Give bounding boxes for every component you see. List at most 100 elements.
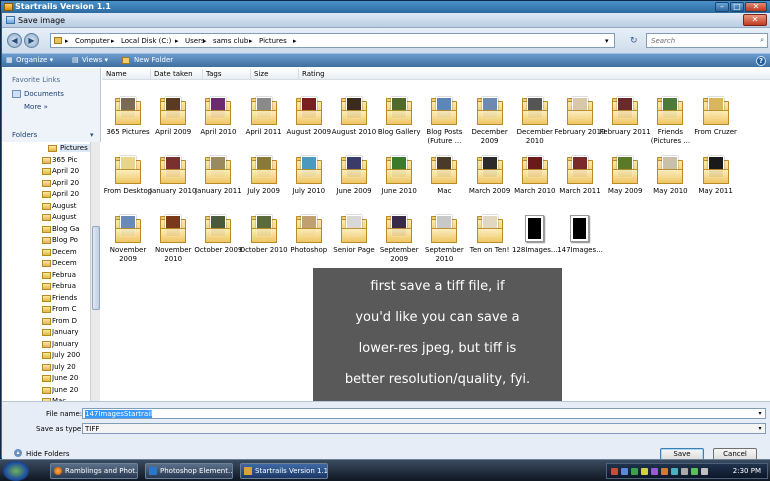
column-divider[interactable] xyxy=(298,69,299,79)
breadcrumb-sams-club[interactable]: sams club xyxy=(213,37,248,45)
forward-button[interactable]: ▶ xyxy=(24,33,39,48)
column-date-taken[interactable]: Date taken xyxy=(154,70,193,78)
folder-tree-item[interactable]: April 20 xyxy=(52,190,90,198)
folder-item[interactable]: July 2009 xyxy=(242,156,286,212)
column-name[interactable]: Name xyxy=(106,70,127,78)
minimize-button[interactable]: – xyxy=(715,2,729,12)
image-file-item[interactable]: 128Images... xyxy=(512,215,558,271)
folder-tree-item[interactable]: From C xyxy=(52,305,90,313)
new-folder-button[interactable]: New Folder xyxy=(134,56,173,64)
folder-item[interactable]: April 2010 xyxy=(196,97,240,153)
tray-icon[interactable] xyxy=(681,468,688,475)
folder-tree-item[interactable]: April 20 xyxy=(52,179,90,187)
tray-icon[interactable] xyxy=(611,468,618,475)
folder-tree-item[interactable]: January xyxy=(52,328,90,336)
file-name-field[interactable]: 147ImagesStartrail ▾ xyxy=(82,408,766,419)
folder-tree-item[interactable]: 365 Pic xyxy=(52,156,90,164)
folder-item[interactable]: August 2010 xyxy=(332,97,376,153)
folder-item[interactable]: From Cruzer xyxy=(694,97,738,153)
image-file-item[interactable]: 147Images... xyxy=(557,215,603,271)
folder-item[interactable]: March 2009 xyxy=(468,156,512,212)
breadcrumb-users[interactable]: Users xyxy=(185,37,205,45)
search-icon[interactable]: ⌕ xyxy=(760,36,764,45)
folder-item[interactable]: March 2011 xyxy=(558,156,602,212)
breadcrumb-separator-icon[interactable]: ▸ xyxy=(203,37,207,45)
folder-item[interactable]: Blog Gallery xyxy=(377,97,421,153)
folder-item[interactable]: January 2010 xyxy=(150,156,196,212)
save-as-type-select[interactable]: TIFF ▾ xyxy=(82,423,766,434)
breadcrumb-pictures[interactable]: Pictures xyxy=(259,37,287,45)
folder-tree-item[interactable]: July 200 xyxy=(52,351,90,359)
folder-item[interactable]: June 2010 xyxy=(377,156,421,212)
folder-tree-item[interactable]: Blog Po xyxy=(52,236,90,244)
folder-item[interactable]: May 2009 xyxy=(603,156,647,212)
folder-tree-item[interactable]: Decem xyxy=(52,259,90,267)
folder-item[interactable]: April 2011 xyxy=(242,97,286,153)
folder-item[interactable]: November 2009 xyxy=(106,215,150,271)
folder-tree-item[interactable]: Friends xyxy=(52,294,90,302)
file-name-dropdown-icon[interactable]: ▾ xyxy=(756,410,764,418)
breadcrumb-separator-icon[interactable]: ▸ xyxy=(175,37,179,45)
folder-tree-item[interactable]: January xyxy=(52,340,90,348)
tray-icon[interactable] xyxy=(671,468,678,475)
column-tags[interactable]: Tags xyxy=(206,70,222,78)
folder-tree-scrollbar[interactable] xyxy=(90,142,100,401)
documents-link[interactable]: Documents xyxy=(24,90,64,98)
folder-item[interactable]: Blog Posts (Future ... xyxy=(422,97,466,153)
folder-tree-item[interactable]: Decem xyxy=(52,248,90,256)
breadcrumb-separator-icon[interactable]: ▸ xyxy=(293,37,297,45)
folder-item[interactable]: June 2009 xyxy=(332,156,376,212)
folder-tree-item[interactable]: Pictures xyxy=(60,144,90,152)
folders-heading[interactable]: Folders xyxy=(12,131,37,139)
back-button[interactable]: ◀ xyxy=(7,33,22,48)
folder-tree-item[interactable]: Februa xyxy=(52,282,90,290)
folder-tree-item[interactable]: July 20 xyxy=(52,363,90,371)
folders-collapse-icon[interactable]: ▾ xyxy=(90,131,94,139)
folder-tree-item[interactable]: June 20 xyxy=(52,386,90,394)
save-as-type-dropdown-icon[interactable]: ▾ xyxy=(756,425,764,433)
folder-tree-item[interactable]: June 20 xyxy=(52,374,90,382)
start-button[interactable] xyxy=(3,461,29,481)
breadcrumb-local-disk[interactable]: Local Disk (C:) xyxy=(121,37,171,45)
folder-item[interactable]: May 2010 xyxy=(648,156,692,212)
network-icon[interactable] xyxy=(691,468,698,475)
refresh-icon[interactable]: ↻ xyxy=(630,36,638,46)
tray-icon[interactable] xyxy=(641,468,648,475)
folder-item[interactable]: December 2010 xyxy=(513,97,557,153)
column-size[interactable]: Size xyxy=(254,70,268,78)
address-dropdown-icon[interactable]: ▾ xyxy=(605,37,609,45)
folder-item[interactable]: October 2010 xyxy=(240,215,288,271)
folder-item[interactable]: March 2010 xyxy=(513,156,557,212)
views-button[interactable]: Views ▾ xyxy=(82,56,108,64)
help-icon[interactable]: ? xyxy=(756,56,766,66)
folder-item[interactable]: Photoshop xyxy=(287,215,331,271)
column-rating[interactable]: Rating xyxy=(302,70,325,78)
column-divider[interactable] xyxy=(202,69,203,79)
more-link[interactable]: More » xyxy=(24,103,48,111)
folder-item[interactable]: August 2009 xyxy=(287,97,331,153)
breadcrumb-separator-icon[interactable]: ▸ xyxy=(65,37,69,45)
folder-item[interactable]: From Desktop xyxy=(104,156,152,212)
breadcrumb-separator-icon[interactable]: ▸ xyxy=(111,37,115,45)
folder-tree-item[interactable]: From D xyxy=(52,317,90,325)
taskbar-item-browser[interactable]: Ramblings and Phot... xyxy=(50,463,138,479)
folder-item[interactable]: Friends (Pictures ... xyxy=(648,97,692,153)
folder-item[interactable]: July 2010 xyxy=(287,156,331,212)
folder-item[interactable]: September 2009 xyxy=(377,215,421,271)
scrollbar-thumb[interactable] xyxy=(92,226,100,310)
app-close-button[interactable]: ✕ xyxy=(745,2,767,12)
hide-folders-button[interactable]: Hide Folders xyxy=(26,450,69,458)
volume-icon[interactable] xyxy=(701,468,708,475)
folder-item[interactable]: November 2010 xyxy=(151,215,195,271)
folder-item[interactable]: Mac xyxy=(422,156,466,212)
folder-item[interactable]: May 2011 xyxy=(694,156,738,212)
folder-item[interactable]: Senior Page xyxy=(332,215,376,271)
taskbar-item-photoshop[interactable]: Photoshop Element... xyxy=(145,463,233,479)
column-divider[interactable] xyxy=(150,69,151,79)
folder-item[interactable]: February 2010 xyxy=(554,97,606,153)
tray-icon[interactable] xyxy=(621,468,628,475)
folder-tree-item[interactable]: April 20 xyxy=(52,167,90,175)
folder-item[interactable]: Ten on Ten! xyxy=(468,215,512,271)
folder-item[interactable]: September 2010 xyxy=(422,215,466,271)
folder-tree-item[interactable]: August xyxy=(52,213,90,221)
